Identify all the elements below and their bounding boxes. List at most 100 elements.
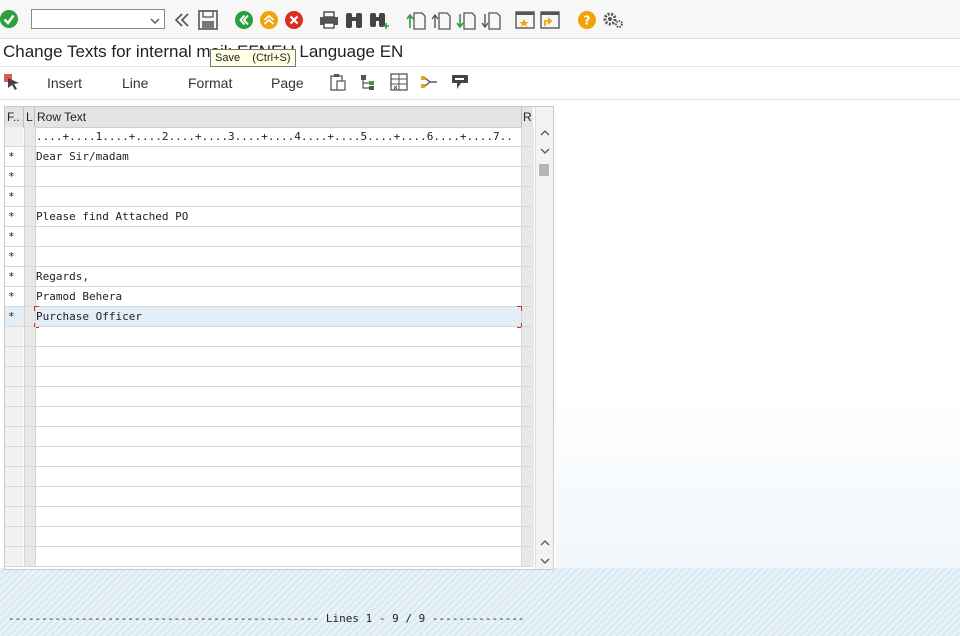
format-cell[interactable]: * <box>5 147 23 166</box>
back-icon[interactable] <box>235 11 253 29</box>
find-icon[interactable] <box>344 10 364 30</box>
row-text-cell[interactable]: Please find Attached PO <box>35 207 522 226</box>
row-text-cell[interactable] <box>35 507 522 526</box>
save-icon[interactable] <box>197 10 219 30</box>
format-cell[interactable]: * <box>5 287 23 306</box>
print-icon[interactable] <box>319 11 339 29</box>
format-cell[interactable] <box>5 327 23 346</box>
row-text-cell[interactable] <box>35 467 522 486</box>
row-text-cell[interactable] <box>35 427 522 446</box>
table-row[interactable]: * Pramod Behera <box>5 287 534 307</box>
row-text-cell[interactable] <box>35 247 522 266</box>
column-header-line[interactable]: L <box>26 110 33 124</box>
empty-table-row[interactable] <box>5 487 534 507</box>
format-cell[interactable] <box>5 387 23 406</box>
row-text-cell[interactable] <box>35 227 522 246</box>
format-cell[interactable]: * <box>5 227 23 246</box>
row-text-cell[interactable] <box>35 527 522 546</box>
format-cell[interactable]: * <box>5 167 23 186</box>
empty-table-row[interactable] <box>5 507 534 527</box>
format-cell[interactable]: * <box>5 307 23 326</box>
comment-icon[interactable] <box>451 73 469 91</box>
vertical-scrollbar[interactable] <box>535 107 553 569</box>
format-cell[interactable] <box>5 427 23 446</box>
scroll-page-up-icon[interactable] <box>540 539 550 550</box>
format-cell[interactable]: * <box>5 187 23 206</box>
format-cell[interactable] <box>5 467 23 486</box>
empty-table-row[interactable] <box>5 367 534 387</box>
format-cell[interactable] <box>5 447 23 466</box>
row-text-cell[interactable] <box>35 487 522 506</box>
shortcut-icon[interactable] <box>540 10 560 30</box>
exit-icon[interactable] <box>260 11 278 29</box>
empty-table-row[interactable] <box>5 387 534 407</box>
format-cell[interactable] <box>5 547 23 566</box>
merge-icon[interactable] <box>420 73 438 91</box>
table-row[interactable]: * <box>5 187 534 207</box>
format-cell[interactable] <box>5 407 23 426</box>
table-row[interactable]: * Purchase Officer <box>5 306 534 328</box>
empty-table-row[interactable] <box>5 347 534 367</box>
enter-icon[interactable] <box>0 10 18 28</box>
empty-table-row[interactable] <box>5 427 534 447</box>
empty-table-row[interactable] <box>5 407 534 427</box>
empty-table-row[interactable] <box>5 527 534 547</box>
help-icon[interactable]: ? <box>578 11 596 29</box>
table-row[interactable]: * <box>5 167 534 187</box>
column-header-row-text[interactable]: Row Text <box>37 110 86 124</box>
format-button[interactable]: Format <box>188 75 232 91</box>
empty-table-row[interactable] <box>5 447 534 467</box>
row-text-cell[interactable] <box>35 407 522 426</box>
row-text-cell[interactable]: Purchase Officer <box>35 307 522 326</box>
last-page-icon[interactable] <box>481 10 501 30</box>
row-text-cell[interactable] <box>35 547 522 566</box>
find-next-icon[interactable] <box>368 10 390 30</box>
format-cell[interactable]: * <box>5 247 23 266</box>
empty-table-row[interactable] <box>5 467 534 487</box>
chevron-down-icon[interactable] <box>149 12 161 31</box>
first-page-icon[interactable] <box>406 10 426 30</box>
column-header-format[interactable]: F.. <box>7 110 20 124</box>
format-cell[interactable] <box>5 367 23 386</box>
row-text-cell[interactable] <box>35 167 522 186</box>
previous-page-icon[interactable] <box>431 10 451 30</box>
line-button[interactable]: Line <box>122 75 148 91</box>
scroll-up-icon[interactable] <box>540 129 550 140</box>
insert-button[interactable]: Insert <box>47 75 82 91</box>
format-cell[interactable]: * <box>5 207 23 226</box>
row-text-cell[interactable]: Pramod Behera <box>35 287 522 306</box>
format-cell[interactable] <box>5 507 23 526</box>
next-page-icon[interactable] <box>456 10 476 30</box>
format-cell[interactable] <box>5 347 23 366</box>
row-text-cell[interactable]: Regards, <box>35 267 522 286</box>
row-text-cell[interactable] <box>35 387 522 406</box>
row-text-cell[interactable] <box>35 187 522 206</box>
scrollbar-thumb[interactable] <box>539 164 549 176</box>
table-row[interactable]: * Regards, <box>5 267 534 287</box>
row-text-cell[interactable] <box>35 447 522 466</box>
empty-table-row[interactable] <box>5 547 534 567</box>
settings-icon[interactable] <box>602 10 624 30</box>
table-row[interactable]: * <box>5 247 534 267</box>
create-session-icon[interactable] <box>515 10 535 30</box>
scroll-down-icon[interactable] <box>540 147 550 158</box>
page-button[interactable]: Page <box>271 75 304 91</box>
hierarchy-icon[interactable] <box>359 73 377 91</box>
table-icon[interactable] <box>390 73 408 91</box>
empty-table-row[interactable] <box>5 327 534 347</box>
format-cell[interactable] <box>5 527 23 546</box>
column-header-r[interactable]: R <box>523 110 532 124</box>
format-cell[interactable]: * <box>5 267 23 286</box>
cancel-icon[interactable] <box>285 11 303 29</box>
back-nav-icon[interactable] <box>173 11 191 29</box>
table-row[interactable]: * Please find Attached PO <box>5 207 534 227</box>
command-field[interactable] <box>31 9 165 29</box>
row-text-cell[interactable] <box>35 347 522 366</box>
table-row[interactable]: * Dear Sir/madam <box>5 147 534 167</box>
select-cursor-icon[interactable] <box>3 73 21 91</box>
row-text-cell[interactable] <box>35 367 522 386</box>
format-cell[interactable] <box>5 487 23 506</box>
paste-icon[interactable] <box>329 73 347 91</box>
row-text-cell[interactable] <box>35 327 522 346</box>
scroll-page-down-icon[interactable] <box>540 557 550 568</box>
